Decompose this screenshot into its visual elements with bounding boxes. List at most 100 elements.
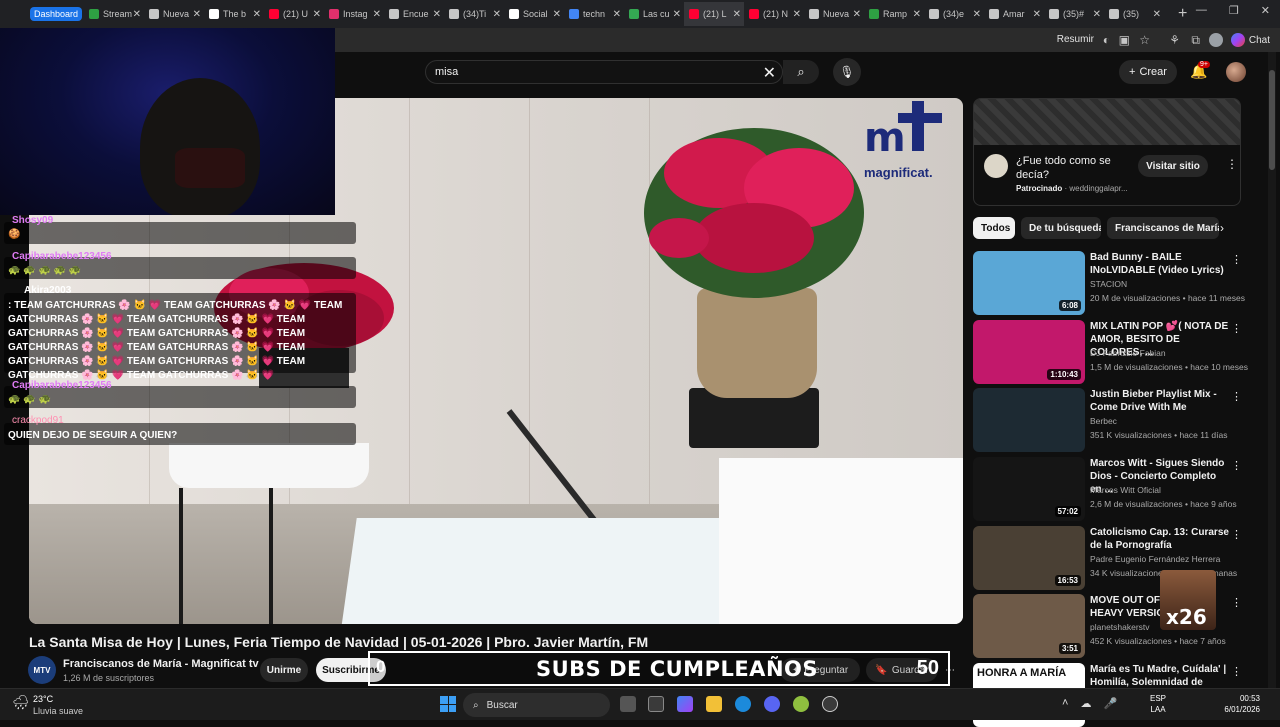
recommendation-channel[interactable]: STACION — [1090, 279, 1127, 289]
browser-tab[interactable]: Las cu ✕ — [624, 2, 684, 26]
tab-close-icon[interactable]: ✕ — [613, 9, 621, 20]
search-input[interactable]: misa ✕ — [425, 60, 783, 84]
browser-tab[interactable]: Amar ✕ — [984, 2, 1044, 26]
more-options-icon[interactable]: ⋮ — [1231, 528, 1242, 541]
extensions-icon[interactable]: ⚘ — [1169, 33, 1180, 47]
browser-tab[interactable]: Ramp ✕ — [864, 2, 924, 26]
create-button[interactable]: + Crear — [1119, 60, 1177, 84]
browser-tab[interactable]: Instag ✕ — [324, 2, 384, 26]
recommendation-item[interactable]: 57:02 Marcos Witt - Sigues Siendo Dios - … — [973, 457, 1243, 521]
video-thumbnail[interactable]: 57:02 — [973, 457, 1085, 521]
browser-tab[interactable]: Nueva ✕ — [804, 2, 864, 26]
ad-title[interactable]: ¿Fue todo como se decía? — [1016, 154, 1116, 182]
recommendation-channel[interactable]: DJ Fabrizzio Fabian — [1090, 348, 1166, 358]
voice-search-button[interactable]: 🎙 — [833, 58, 861, 86]
tab-close-icon[interactable]: ✕ — [373, 9, 381, 20]
mic-icon[interactable]: 🎤 — [1103, 697, 1117, 710]
recommendation-channel[interactable]: Marcos Witt Oficial — [1090, 485, 1161, 495]
app-icon[interactable] — [793, 696, 809, 712]
discord-icon[interactable] — [764, 696, 780, 712]
video-thumbnail[interactable]: 1:10:43 — [973, 320, 1085, 384]
more-options-icon[interactable]: ⋮ — [1231, 253, 1242, 266]
recommendation-item[interactable]: 1:10:43 MIX LATIN POP 💕( NOTA DE AMOR, BE… — [973, 320, 1248, 384]
video-thumbnail[interactable]: 16:53 — [973, 526, 1085, 590]
favorite-icon[interactable]: ☆ — [1139, 33, 1150, 47]
obs-icon[interactable] — [822, 696, 838, 712]
tab-close-icon[interactable]: ✕ — [253, 9, 261, 20]
browser-tab[interactable]: (35)# ✕ — [1044, 2, 1104, 26]
channel-avatar[interactable]: MTV — [28, 656, 56, 684]
tab-close-icon[interactable]: ✕ — [553, 9, 561, 20]
recommendation-item[interactable]: Justin Bieber Playlist Mix - Come Drive … — [973, 388, 1243, 452]
browser-tab[interactable]: (21) U ✕ — [264, 2, 324, 26]
more-options-icon[interactable]: ⋮ — [1231, 665, 1242, 678]
minimize-icon[interactable]: — — [1196, 4, 1207, 17]
weather-icon[interactable]: 🌧 — [12, 694, 30, 711]
more-options-icon[interactable]: ⋮ — [1231, 390, 1242, 403]
more-options-icon[interactable]: ⋮ — [1231, 322, 1242, 335]
channel-name[interactable]: Franciscanos de María - Magnificat tv — [63, 658, 259, 670]
browser-tab[interactable]: Stream ✕ — [84, 2, 144, 26]
clock[interactable]: 00:53 6/01/2026 — [1220, 693, 1260, 715]
clear-search-icon[interactable]: ✕ — [763, 63, 776, 83]
scrollbar-thumb[interactable] — [1269, 70, 1275, 170]
summarize-button[interactable]: Resumir — [1057, 34, 1094, 45]
tab-close-icon[interactable]: ✕ — [433, 9, 441, 20]
store-icon[interactable] — [648, 696, 664, 712]
recommendation-title[interactable]: Justin Bieber Playlist Mix - Come Drive … — [1090, 388, 1230, 414]
sponsored-ad-card[interactable]: ¿Fue todo como se decía? Patrocinado · w… — [973, 98, 1241, 206]
browser-tab[interactable]: Social ✕ — [504, 2, 564, 26]
tab-close-icon[interactable]: ✕ — [913, 9, 921, 20]
recommendation-title[interactable]: Catolicismo Cap. 13: Curarse de la Porno… — [1090, 526, 1230, 552]
browser-tab[interactable]: Nueva ✕ — [144, 2, 204, 26]
new-tab-button[interactable]: + — [1178, 5, 1187, 23]
tab-close-icon[interactable]: ✕ — [1153, 9, 1161, 20]
more-options-icon[interactable]: ⋮ — [1231, 596, 1242, 609]
chevron-right-icon[interactable]: › — [1220, 221, 1224, 235]
video-thumbnail[interactable] — [973, 388, 1085, 452]
profile-icon[interactable] — [1209, 33, 1223, 47]
file-explorer-icon[interactable] — [706, 696, 722, 712]
recommendation-channel[interactable]: Padre Eugenio Fernández Herrera — [1090, 554, 1220, 564]
more-options-icon[interactable]: ⋮ — [1231, 459, 1242, 472]
recommendation-item[interactable]: 6:08 Bad Bunny - BAILE INoLVIDABLE (Video… — [973, 251, 1245, 315]
visit-site-button[interactable]: Visitar sitio — [1138, 155, 1208, 177]
join-button[interactable]: Unirme — [260, 658, 308, 682]
video-thumbnail[interactable]: 3:51 — [973, 594, 1085, 658]
browser-tab[interactable]: Dashboard — [30, 7, 82, 21]
task-view-icon[interactable] — [620, 696, 636, 712]
recommendation-channel[interactable]: planetshakerstv — [1090, 622, 1150, 632]
tab-close-icon[interactable]: ✕ — [313, 9, 321, 20]
browser-tab[interactable]: (34)e ✕ — [924, 2, 984, 26]
collections-icon[interactable]: ⧉ — [1191, 33, 1200, 48]
video-thumbnail[interactable]: 6:08 — [973, 251, 1085, 315]
tab-close-icon[interactable]: ✕ — [733, 9, 741, 20]
split-view-icon[interactable]: ▣ — [1119, 33, 1130, 47]
copilot-chat-button[interactable]: Chat — [1230, 33, 1270, 47]
language-indicator[interactable]: ESP LAA — [1150, 693, 1166, 715]
tab-close-icon[interactable]: ✕ — [193, 9, 201, 20]
browser-tab[interactable]: (21) N ✕ — [744, 2, 804, 26]
browser-tab[interactable]: The b ✕ — [204, 2, 264, 26]
account-avatar[interactable] — [1226, 62, 1246, 82]
ad-more-icon[interactable]: ⋮ — [1226, 157, 1238, 171]
search-button[interactable]: ⌕ — [783, 60, 819, 84]
tab-close-icon[interactable]: ✕ — [493, 9, 501, 20]
tab-close-icon[interactable]: ✕ — [133, 9, 141, 20]
chip-channel[interactable]: Franciscanos de María — [1107, 217, 1219, 239]
browser-tab[interactable]: (21) L ✕ — [684, 2, 744, 26]
edge-icon[interactable] — [735, 696, 751, 712]
maximize-icon[interactable]: ❐ — [1229, 4, 1239, 17]
browser-tab[interactable]: Encue ✕ — [384, 2, 444, 26]
tab-close-icon[interactable]: ✕ — [1093, 9, 1101, 20]
browser-tab[interactable]: (35) ✕ — [1104, 2, 1164, 26]
copilot-app-icon[interactable] — [677, 696, 693, 712]
tab-close-icon[interactable]: ✕ — [1033, 9, 1041, 20]
close-icon[interactable]: ✕ — [1261, 4, 1270, 17]
tab-close-icon[interactable]: ✕ — [973, 9, 981, 20]
tab-close-icon[interactable]: ✕ — [793, 9, 801, 20]
taskbar-search[interactable]: ⌕ Buscar — [463, 693, 610, 717]
recommendation-channel[interactable]: Berbec — [1090, 416, 1117, 426]
tab-close-icon[interactable]: ✕ — [673, 9, 681, 20]
browser-tab[interactable]: techn ✕ — [564, 2, 624, 26]
